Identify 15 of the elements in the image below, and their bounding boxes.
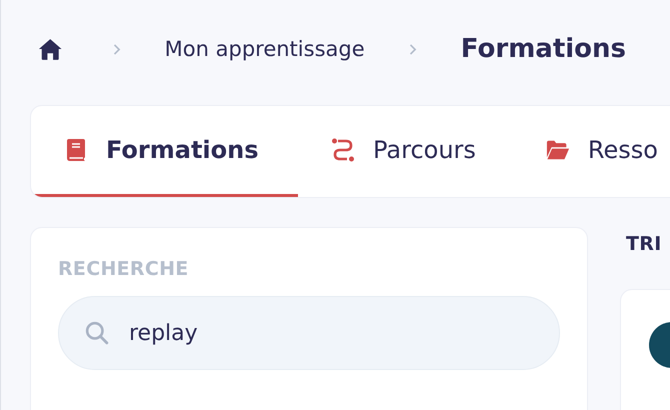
book-icon	[64, 138, 88, 162]
tab[interactable]: Parcours	[298, 106, 506, 197]
home-icon[interactable]	[38, 36, 62, 62]
page-title: Formations	[460, 34, 626, 64]
tab[interactable]: Resso	[506, 106, 670, 197]
folder-icon	[546, 138, 570, 162]
section-heading: RECHERCHE	[58, 258, 190, 280]
chevron-icon	[408, 42, 417, 56]
tab[interactable]: Formations	[31, 106, 298, 197]
breadcrumb-link[interactable]: Mon apprentissage	[164, 37, 365, 61]
search-field[interactable]: replay	[58, 296, 560, 370]
search-icon	[85, 321, 109, 345]
chevron-icon	[112, 42, 121, 56]
route-icon	[331, 138, 355, 162]
section-heading: TRI	[626, 233, 663, 255]
